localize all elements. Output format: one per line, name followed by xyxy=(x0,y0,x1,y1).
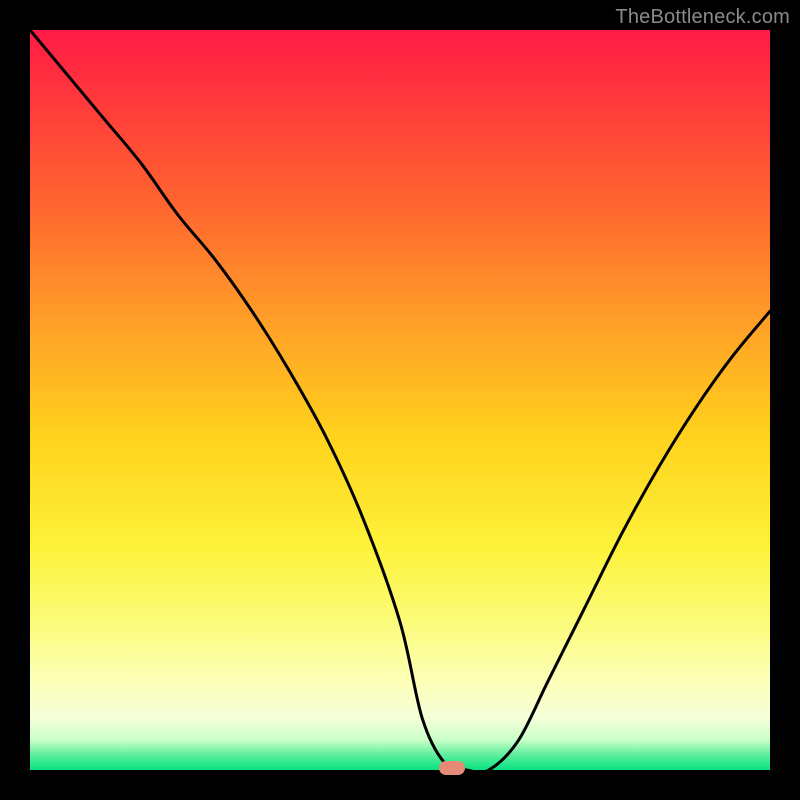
watermark-text: TheBottleneck.com xyxy=(615,6,790,29)
minimum-marker xyxy=(439,761,465,775)
plot-area xyxy=(30,30,770,770)
bottleneck-curve xyxy=(30,30,770,770)
chart-frame: TheBottleneck.com xyxy=(0,0,800,800)
